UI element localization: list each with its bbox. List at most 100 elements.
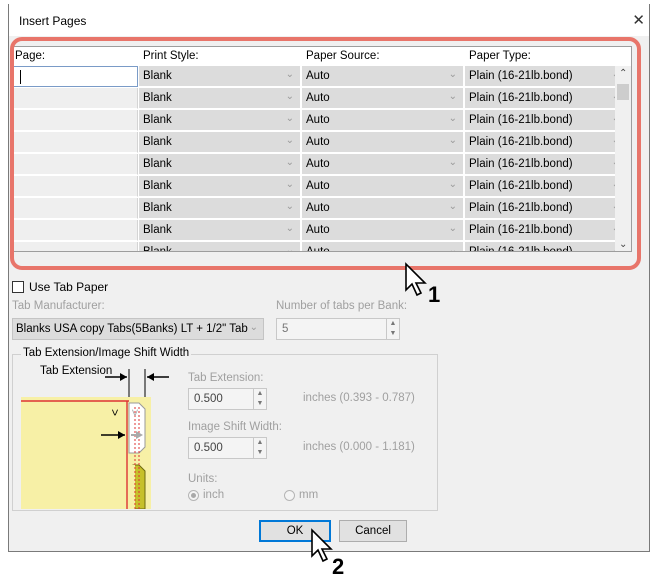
insert-pages-grid[interactable]: Page: Print Style: Paper Source: Paper T… — [12, 46, 632, 252]
paper-source-cell[interactable]: Auto ⌄ — [302, 198, 464, 219]
paper-source-cell[interactable]: Auto ⌄ — [302, 154, 464, 175]
stepper-down-icon[interactable]: ▼ — [254, 448, 266, 458]
scroll-up-icon[interactable]: ⌃ — [619, 68, 627, 79]
paper-type-cell[interactable]: Plain (16-21lb.bond)⌄ — [465, 132, 627, 153]
unit-inch-radio[interactable]: inch — [188, 489, 224, 501]
illustration-tab-extension-label: Tab Extension — [40, 365, 113, 377]
print-style-cell-value: Blank — [143, 114, 172, 126]
print-style-cell[interactable]: Blank ⌄ — [139, 88, 301, 109]
tab-extension-illustration: > > — [21, 369, 169, 509]
grid-scrollbar[interactable]: ⌃ ⌄ — [615, 66, 631, 251]
table-row[interactable]: Blank⌄ Auto ⌄ Plain (16-21lb.bond)⌄ — [13, 154, 627, 176]
paper-type-cell[interactable]: Plain (16-21lb.bond)⌄ — [465, 176, 627, 197]
paper-source-cell[interactable]: Auto ⌄ — [302, 110, 464, 131]
paper-source-cell[interactable]: Auto ⌄ — [302, 88, 464, 109]
print-style-cell[interactable]: Blank ⌄ — [139, 198, 301, 219]
radio-inch-icon[interactable] — [188, 489, 199, 501]
print-style-cell[interactable]: Blank ⌄ — [139, 154, 301, 175]
use-tab-paper-row[interactable]: Use Tab Paper — [12, 280, 108, 294]
paper-type-cell[interactable]: Plain (16-21lb.bond)⌄ — [465, 198, 627, 219]
print-style-cell[interactable]: Blank ⌄ — [139, 66, 301, 87]
paper-type-cell[interactable]: Plain (16-21lb.bond)⌄ — [465, 88, 627, 109]
image-shift-stepper[interactable]: 0.500 ▲ ▼ — [188, 437, 267, 459]
paper-type-cell[interactable]: Plain (16-21lb.bond)⌄ — [465, 220, 627, 241]
chevron-down-icon: ⌄ — [285, 179, 294, 190]
page-cell[interactable] — [13, 198, 138, 219]
ok-button[interactable]: OK — [259, 520, 331, 542]
chevron-down-icon: ⌄ — [285, 113, 294, 124]
chevron-down-icon: ⌄ — [285, 245, 294, 252]
table-row[interactable]: Blank ⌄ Auto ⌄ Plain (16-21lb.bond)⌄ — [13, 110, 627, 132]
print-style-cell[interactable]: Blank ⌄ — [139, 110, 301, 131]
paper-type-cell[interactable]: Plain (16-21lb.bond)⌄ — [465, 154, 627, 175]
paper-source-cell-value: Auto — [306, 202, 330, 214]
print-style-cell[interactable]: Blank ⌄ — [139, 176, 301, 197]
radio-mm-icon[interactable] — [284, 489, 295, 501]
paper-source-cell[interactable]: Auto ⌄ — [302, 66, 464, 87]
paper-type-cell-value: Plain (16-21lb.bond) — [469, 114, 573, 126]
stepper-down-icon[interactable]: ▼ — [387, 329, 399, 339]
paper-source-cell[interactable]: Auto ⌄ — [302, 242, 464, 251]
chevron-down-icon: ⌄ — [448, 113, 457, 124]
paper-type-cell[interactable]: Plain (16-21lb.bond) ⌄ — [465, 242, 627, 252]
table-row[interactable]: Blank⌄Auto⌄Plain (16-21lb.bond)⌄ — [13, 88, 627, 110]
use-tab-paper-checkbox[interactable] — [12, 281, 24, 293]
paper-source-cell-value: Auto — [306, 158, 330, 170]
table-row[interactable]: Blank⌄Auto⌄ Plain (16-21lb.bond) ⌄ — [13, 242, 627, 252]
chevron-down-icon: ⌄ — [285, 223, 294, 234]
stepper-up-icon[interactable]: ▲ — [387, 319, 399, 329]
paper-type-cell-value: Plain (16-21lb.bond) — [469, 202, 573, 214]
tab-extension-stepper[interactable]: 0.500 ▲ ▼ — [188, 388, 267, 410]
scroll-down-icon[interactable]: ⌄ — [619, 239, 627, 250]
close-icon[interactable]: ✕ — [632, 11, 645, 29]
page-cell[interactable] — [13, 242, 138, 251]
table-row[interactable]: Blank⌄Auto⌄Plain (16-21lb.bond)⌄ — [13, 198, 627, 220]
tab-extension-stepper-buttons[interactable]: ▲ ▼ — [253, 389, 266, 409]
table-row[interactable]: Blank⌄Auto⌄Plain (16-21lb.bond)⌄ — [13, 176, 627, 198]
paper-source-cell-value: Auto — [306, 114, 330, 126]
tabs-per-bank-stepper[interactable]: 5 ▲ ▼ — [276, 318, 400, 340]
paper-source-cell[interactable]: Auto ⌄ — [302, 132, 464, 153]
paper-source-cell[interactable]: Auto ⌄ — [302, 220, 464, 241]
tab-extension-range: inches (0.393 - 0.787) — [303, 392, 415, 404]
page-cell[interactable] — [13, 66, 138, 87]
chevron-down-icon: ⌄ — [285, 91, 294, 102]
cancel-button[interactable]: Cancel — [339, 520, 407, 542]
print-style-cell-value: Blank — [143, 70, 172, 82]
paper-type-cell-value: Plain (16-21lb.bond) — [469, 136, 573, 148]
tab-extension-label: Tab Extension: — [188, 372, 264, 384]
header-page: Page: — [15, 50, 46, 62]
unit-mm-radio[interactable]: mm — [284, 489, 318, 501]
stepper-down-icon[interactable]: ▼ — [254, 399, 266, 409]
tab-extension-group: Tab Extension/Image Shift Width > > Tab … — [12, 347, 438, 511]
tab-manufacturer-label: Tab Manufacturer: — [12, 300, 105, 312]
table-row[interactable]: Blank⌄Auto⌄Plain (16-21lb.bond)⌄ — [13, 220, 627, 242]
unit-mm-label: mm — [299, 489, 319, 501]
paper-type-cell[interactable]: Plain (16-21lb.bond)⌄ — [465, 110, 627, 131]
header-print-style: Print Style: — [143, 50, 199, 62]
print-style-cell[interactable]: Blank ⌄ — [139, 220, 301, 241]
page-cell[interactable] — [13, 110, 138, 131]
page-cell[interactable] — [13, 132, 138, 153]
paper-type-cell-value: Plain (16-21lb.bond) — [469, 224, 573, 236]
paper-source-cell[interactable]: Auto ⌄ — [302, 176, 464, 197]
paper-type-cell[interactable]: Plain (16-21lb.bond)⌄ — [465, 66, 627, 87]
page-cell[interactable] — [13, 88, 138, 109]
print-style-cell[interactable]: Blank ⌄ — [139, 132, 301, 153]
paper-type-cell-value: Plain (16-21lb.bond) — [469, 246, 573, 252]
page-cell[interactable] — [13, 220, 138, 241]
stepper-up-icon[interactable]: ▲ — [254, 389, 266, 399]
table-row[interactable]: Blank⌄Auto⌄Plain (16-21lb.bond)⌄ — [13, 132, 627, 154]
page-cell[interactable] — [13, 154, 138, 175]
print-style-cell[interactable]: Blank ⌄ — [139, 242, 301, 252]
scroll-thumb[interactable] — [617, 84, 629, 100]
stepper-buttons[interactable]: ▲ ▼ — [386, 319, 399, 339]
callout-number-2: 2 — [332, 554, 344, 578]
tab-manufacturer-select[interactable]: Blanks USA copy Tabs(5Banks) LT + 1/2" T… — [12, 318, 264, 340]
image-shift-stepper-buttons[interactable]: ▲ ▼ — [253, 438, 266, 458]
stepper-up-icon[interactable]: ▲ — [254, 438, 266, 448]
paper-type-cell-value: Plain (16-21lb.bond) — [469, 158, 573, 170]
page-cell[interactable] — [13, 176, 138, 197]
table-row[interactable]: Blank⌄Auto⌄Plain (16-21lb.bond)⌄ — [13, 66, 627, 88]
chevron-down-icon: ⌄ — [448, 157, 457, 168]
